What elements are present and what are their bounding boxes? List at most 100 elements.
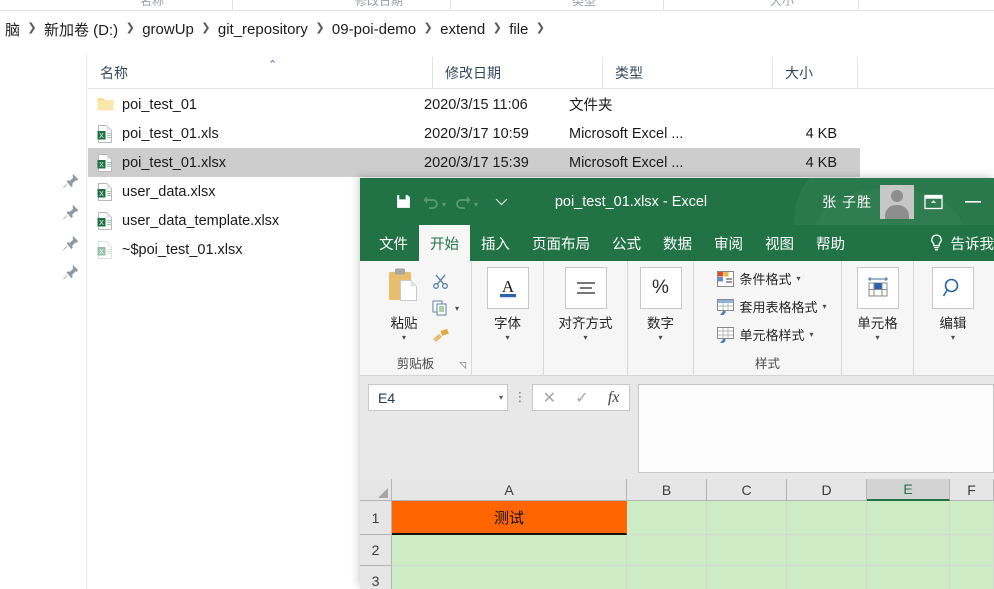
breadcrumb-separator-0[interactable]: ❯ xyxy=(23,23,41,35)
grid-cell-D1[interactable] xyxy=(787,501,867,535)
tab-4[interactable]: 公式 xyxy=(601,225,652,261)
paste-caret-icon[interactable]: ▾ xyxy=(402,334,406,342)
grid-cell-A1[interactable]: 测试 xyxy=(392,501,627,535)
tab-7[interactable]: 视图 xyxy=(754,225,805,261)
pin-icon-3[interactable] xyxy=(62,234,80,252)
grid-cell-E1[interactable] xyxy=(867,501,950,535)
ribbon-group-alignment[interactable]: 对齐方式 ▾ xyxy=(544,261,628,376)
ribbon-group-editing[interactable]: 编辑 ▾ xyxy=(914,261,992,376)
tab-8[interactable]: 帮助 xyxy=(805,225,856,261)
copy-caret-icon[interactable]: ▾ xyxy=(455,305,459,313)
tab-5[interactable]: 数据 xyxy=(652,225,703,261)
select-all-corner[interactable] xyxy=(360,479,392,501)
grid-column-header-F[interactable]: F xyxy=(950,479,994,501)
breadcrumb-item-4[interactable]: 09-poi-demo xyxy=(329,21,419,38)
alignment-button[interactable]: 对齐方式 ▾ xyxy=(550,267,622,342)
file-row[interactable]: Xpoi_test_01.xls2020/3/17 10:59Microsoft… xyxy=(88,119,860,148)
breadcrumb-item-6[interactable]: file xyxy=(506,21,531,38)
copy-button[interactable]: ▾ xyxy=(432,296,459,321)
file-row[interactable]: Xpoi_test_01.xlsx2020/3/17 15:39Microsof… xyxy=(88,148,860,177)
grid-column-header-B[interactable]: B xyxy=(627,479,707,501)
file-row[interactable]: poi_test_012020/3/15 11:06文件夹 xyxy=(88,90,860,119)
name-box[interactable]: E4 ▾ xyxy=(368,384,508,411)
grid-cell-B2[interactable] xyxy=(627,535,707,566)
clipboard-dialog-launcher-icon[interactable]: ◹ xyxy=(459,360,466,371)
styles-item-2[interactable]: 单元格样式▾ xyxy=(716,322,813,347)
font-button[interactable]: A 字体 ▾ xyxy=(480,267,536,342)
breadcrumb-separator-2[interactable]: ❯ xyxy=(197,23,215,35)
grid-cell-A3[interactable] xyxy=(392,566,627,589)
tab-0[interactable]: 文件 xyxy=(368,225,419,261)
format-painter-button[interactable] xyxy=(432,323,459,348)
name-box-caret-icon[interactable]: ▾ xyxy=(499,393,503,402)
column-header-0[interactable]: 名称 xyxy=(88,57,433,88)
formula-input[interactable] xyxy=(638,384,994,473)
pin-icon-1[interactable] xyxy=(62,172,80,190)
grid-cell-C2[interactable] xyxy=(707,535,787,566)
styles-item-0[interactable]: 条件格式▾ xyxy=(716,266,800,291)
grid-column-header-D[interactable]: D xyxy=(787,479,867,501)
grid-row-header-3[interactable]: 3 xyxy=(360,566,392,589)
grid-column-header-E[interactable]: E xyxy=(867,479,950,501)
cells-caret-icon[interactable]: ▾ xyxy=(875,334,879,342)
grid-cell-A2[interactable] xyxy=(392,535,627,566)
grid-cell-C3[interactable] xyxy=(707,566,787,589)
tab-6[interactable]: 审阅 xyxy=(703,225,754,261)
tab-3[interactable]: 页面布局 xyxy=(521,225,601,261)
grid-row-header-1[interactable]: 1 xyxy=(360,501,392,535)
grid-cell-F3[interactable] xyxy=(950,566,994,589)
column-header-3[interactable]: 大小 xyxy=(773,57,858,88)
grid-cell-D3[interactable] xyxy=(787,566,867,589)
breadcrumb[interactable]: 脑❯新加卷 (D:)❯growUp❯git_repository❯09-poi-… xyxy=(0,14,994,44)
breadcrumb-item-1[interactable]: 新加卷 (D:) xyxy=(41,19,121,40)
tell-me-box[interactable]: 告诉我 xyxy=(919,225,994,261)
breadcrumb-separator-3[interactable]: ❯ xyxy=(311,23,329,35)
ribbon-group-cells[interactable]: 单元格 ▾ xyxy=(842,261,914,376)
ribbon-group-font[interactable]: A 字体 ▾ xyxy=(472,261,544,376)
alignment-caret-icon[interactable]: ▾ xyxy=(583,334,587,342)
minimize-button[interactable] xyxy=(952,178,994,225)
tab-2[interactable]: 插入 xyxy=(470,225,521,261)
grid-cell-B1[interactable] xyxy=(627,501,707,535)
grid-cell-F2[interactable] xyxy=(950,535,994,566)
grid-column-header-C[interactable]: C xyxy=(707,479,787,501)
insert-function-icon[interactable]: fx xyxy=(608,389,620,407)
breadcrumb-separator-5[interactable]: ❯ xyxy=(488,23,506,35)
styles-item-caret-icon[interactable]: ▾ xyxy=(823,303,827,311)
styles-item-caret-icon[interactable]: ▾ xyxy=(797,275,801,283)
column-header-1[interactable]: 修改日期 xyxy=(433,57,603,88)
confirm-formula-icon[interactable]: ✓ xyxy=(575,388,588,408)
breadcrumb-separator-6[interactable]: ❯ xyxy=(531,23,549,35)
grid-cell-D2[interactable] xyxy=(787,535,867,566)
editing-button[interactable]: 编辑 ▾ xyxy=(925,267,981,342)
ribbon-group-number[interactable]: % 数字 ▾ xyxy=(628,261,694,376)
ribbon-display-options-icon[interactable] xyxy=(914,178,952,225)
grid-cell-B3[interactable] xyxy=(627,566,707,589)
breadcrumb-item-2[interactable]: growUp xyxy=(139,21,197,38)
font-caret-icon[interactable]: ▾ xyxy=(505,334,509,342)
column-header-2[interactable]: 类型 xyxy=(603,57,773,88)
paste-button[interactable]: 粘贴 ▾ xyxy=(376,267,432,342)
grid-cell-E3[interactable] xyxy=(867,566,950,589)
avatar[interactable] xyxy=(880,185,914,219)
pin-icon-4[interactable] xyxy=(62,263,80,281)
editing-caret-icon[interactable]: ▾ xyxy=(951,334,955,342)
cells-button[interactable]: 单元格 ▾ xyxy=(850,267,906,342)
grid-cell-C1[interactable] xyxy=(707,501,787,535)
spreadsheet-grid[interactable]: ABCDEF 123 测试 xyxy=(360,479,994,589)
number-button[interactable]: % 数字 ▾ xyxy=(633,267,689,342)
grid-cell-E2[interactable] xyxy=(867,535,950,566)
formula-bar-buttons[interactable]: ✕ ✓ fx xyxy=(532,384,630,411)
grid-cell-F1[interactable] xyxy=(950,501,994,535)
pin-icon-2[interactable] xyxy=(62,203,80,221)
breadcrumb-item-3[interactable]: git_repository xyxy=(215,21,311,38)
breadcrumb-separator-1[interactable]: ❯ xyxy=(121,23,139,35)
formula-bar-drag-handle[interactable]: ⋮ xyxy=(508,384,532,479)
breadcrumb-item-5[interactable]: extend xyxy=(437,21,488,38)
grid-column-header-A[interactable]: A xyxy=(392,479,627,501)
styles-item-1[interactable]: 套用表格格式▾ xyxy=(716,294,826,319)
cancel-formula-icon[interactable]: ✕ xyxy=(543,388,556,408)
grid-row-header-2[interactable]: 2 xyxy=(360,535,392,566)
styles-item-caret-icon[interactable]: ▾ xyxy=(810,331,814,339)
number-caret-icon[interactable]: ▾ xyxy=(658,334,662,342)
